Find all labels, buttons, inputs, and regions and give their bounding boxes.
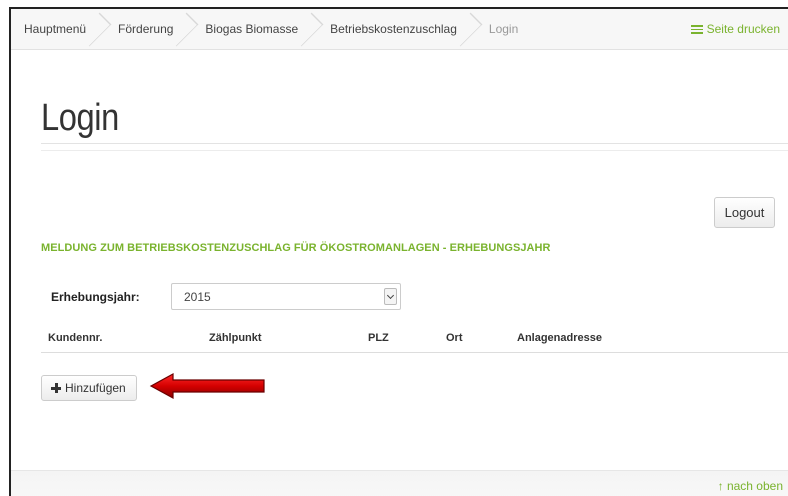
print-list-icon xyxy=(690,25,703,34)
column-header-kundennr: Kundennr. xyxy=(48,332,103,344)
title-divider xyxy=(41,143,788,144)
plus-icon xyxy=(51,383,61,393)
breadcrumb-item-hauptmenue[interactable]: Hauptmenü xyxy=(11,9,100,50)
footer: ↑ nach oben xyxy=(11,470,788,496)
logout-button[interactable]: Logout xyxy=(714,197,775,228)
breadcrumb: Hauptmenü Förderung Biogas Biomasse Betr… xyxy=(11,9,532,50)
column-header-zaehlpunkt: Zählpunkt xyxy=(209,332,262,344)
table-header-divider xyxy=(41,352,788,353)
title-divider-secondary xyxy=(41,150,788,151)
browser-frame: Hauptmenü Förderung Biogas Biomasse Betr… xyxy=(9,7,788,496)
year-label: Erhebungsjahr: xyxy=(51,290,140,304)
section-heading: MELDUNG ZUM BETRIEBSKOSTENZUSCHLAG FÜR Ö… xyxy=(41,242,551,254)
year-select[interactable]: 2015 xyxy=(171,283,401,310)
back-to-top-link[interactable]: ↑ nach oben xyxy=(718,479,783,493)
add-button-label: Hinzufügen xyxy=(65,381,126,395)
breadcrumb-item-foerderung[interactable]: Förderung xyxy=(100,9,187,50)
breadcrumb-bar: Hauptmenü Förderung Biogas Biomasse Betr… xyxy=(11,9,788,50)
add-button[interactable]: Hinzufügen xyxy=(41,375,137,401)
print-page-label: Seite drucken xyxy=(706,22,780,36)
breadcrumb-item-biogas-biomasse[interactable]: Biogas Biomasse xyxy=(187,9,312,50)
breadcrumb-item-betriebskostenzuschlag[interactable]: Betriebskostenzuschlag xyxy=(312,9,471,50)
column-header-anlagenadresse: Anlagenadresse xyxy=(517,332,602,344)
column-header-ort: Ort xyxy=(446,332,463,344)
year-select-value: 2015 xyxy=(184,290,211,304)
print-page-link[interactable]: Seite drucken xyxy=(690,9,780,50)
chevron-down-icon xyxy=(384,288,397,305)
column-header-plz: PLZ xyxy=(368,332,389,344)
page-title: Login xyxy=(41,97,119,139)
breadcrumb-item-login: Login xyxy=(488,22,519,36)
red-arrow-annotation xyxy=(149,372,265,400)
